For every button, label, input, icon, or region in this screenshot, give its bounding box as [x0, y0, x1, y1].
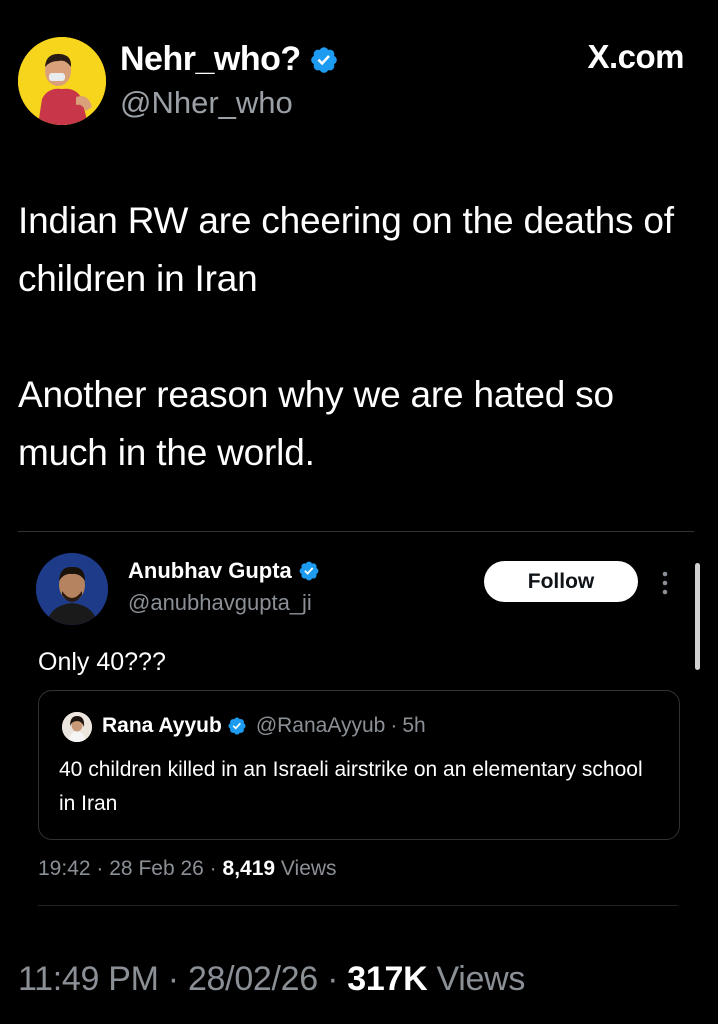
embed-author-info: Anubhav Gupta @anubhavgupta_ji	[128, 558, 320, 616]
tweet-date[interactable]: 28/02/26	[188, 960, 318, 998]
avatar-image	[62, 712, 92, 742]
quote-text: 40 children killed in an Israeli airstri…	[59, 758, 643, 815]
embed-views-label: Views	[280, 857, 337, 880]
quote-header: Rana Ayyub @RanaAyyub · 5h	[102, 714, 426, 738]
more-options-icon[interactable]	[660, 570, 670, 596]
divider	[18, 531, 694, 532]
dot-separator: ·	[209, 857, 217, 880]
source-watermark: X.com	[587, 38, 684, 75]
tweet-time[interactable]: 11:49 PM	[18, 960, 159, 998]
follow-button[interactable]: Follow	[484, 561, 638, 602]
verified-badge-icon	[299, 561, 319, 581]
dot-separator: ·	[167, 960, 179, 998]
tweet-paragraph: Another reason why we are hated so much …	[18, 374, 614, 473]
embed-post-meta: 19:42 · 28 Feb 26 · 8,419 Views	[38, 857, 337, 881]
avatar-image	[36, 553, 108, 625]
dot-separator: ·	[390, 714, 398, 737]
quote-author-handle[interactable]: @RanaAyyub	[256, 714, 386, 738]
divider	[38, 905, 678, 906]
dot-separator: ·	[327, 960, 339, 998]
quote-author-name[interactable]: Rana Ayyub	[102, 714, 222, 738]
embed-post-date[interactable]: 28 Feb 26	[109, 857, 204, 880]
author-info: Nehr_who? @Nher_who	[120, 40, 339, 121]
embed-author-avatar[interactable]	[36, 553, 108, 625]
author-avatar[interactable]	[18, 37, 106, 125]
tweet-meta: 11:49 PM · 28/02/26 · 317K Views	[18, 960, 525, 999]
dot-separator: ·	[96, 857, 104, 880]
embed-post-time[interactable]: 19:42	[38, 857, 91, 880]
tweet-views-label: Views	[436, 960, 526, 998]
scrollbar[interactable]	[695, 563, 700, 670]
embed-author-handle[interactable]: @anubhavgupta_ji	[128, 590, 320, 616]
author-display-name[interactable]: Nehr_who?	[120, 40, 301, 79]
avatar-image	[18, 37, 106, 125]
quoted-post-card[interactable]: Rana Ayyub @RanaAyyub · 5h 40 children k…	[38, 690, 680, 840]
quote-author-avatar[interactable]	[62, 712, 92, 742]
verified-badge-icon	[310, 46, 337, 73]
embed-post-text: Only 40???	[38, 648, 166, 676]
tweet-text: Indian RW are cheering on the deaths of …	[18, 192, 688, 482]
tweet-views-count: 317K	[347, 960, 428, 998]
embed-author-display-name[interactable]: Anubhav Gupta	[128, 558, 292, 584]
embed-views-count: 8,419	[222, 857, 276, 880]
quote-age[interactable]: 5h	[402, 714, 425, 738]
author-handle[interactable]: @Nher_who	[120, 85, 339, 121]
verified-badge-icon	[228, 717, 246, 735]
tweet-paragraph: Indian RW are cheering on the deaths of …	[18, 200, 674, 299]
